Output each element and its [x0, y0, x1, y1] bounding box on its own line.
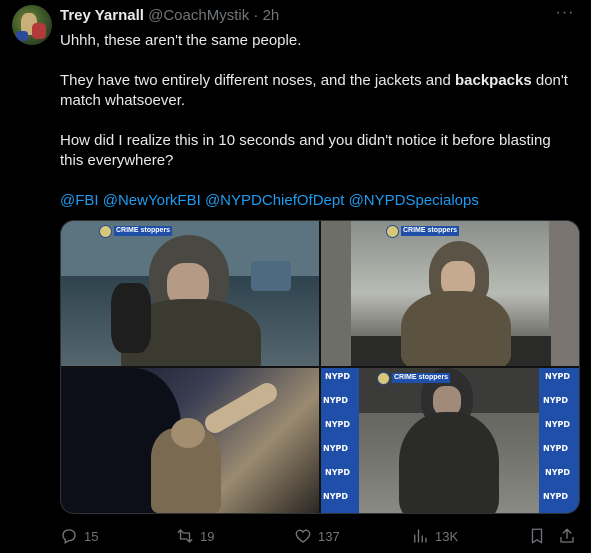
author-handle[interactable]: @CoachMystik	[148, 7, 249, 24]
tweet[interactable]: Trey Yarnall @CoachMystik · 2h ··· Uhhh,…	[0, 0, 591, 553]
crime-stoppers-badge: CRIME stoppers	[386, 224, 460, 238]
nypd-backdrop-right: NYPD NYPD NYPD NYPD NYPD NYPD	[541, 368, 579, 513]
mention-newyorkfbi[interactable]: @NewYorkFBI	[103, 192, 201, 209]
mention-fbi[interactable]: @FBI	[60, 192, 99, 209]
photo-1[interactable]: CRIME stoppers	[61, 221, 319, 366]
share-icon[interactable]	[558, 527, 576, 545]
photo-4-scene: CRIME stoppers	[359, 368, 539, 513]
paragraph-2-start: They have two entirely different noses, …	[60, 72, 451, 89]
bookmark-icon[interactable]	[528, 527, 546, 545]
like-count: 137	[318, 528, 340, 544]
tweet-text: Uhhh, these aren't the same people. They…	[60, 31, 575, 211]
photo-3[interactable]	[61, 368, 319, 513]
avatar[interactable]	[12, 5, 52, 45]
separator-dot: ·	[253, 7, 259, 24]
timestamp[interactable]: 2h	[263, 7, 280, 24]
mentions: @FBI @NewYorkFBI @NYPDChiefOfDept @NYPDS…	[60, 191, 575, 211]
media-grid[interactable]: CRIME stoppers CRIME stoppers NYPD NYPD …	[60, 220, 580, 514]
repost-count: 19	[200, 528, 215, 544]
action-bar: 15 19 137 13K	[0, 522, 591, 550]
author-name[interactable]: Trey Yarnall	[60, 7, 144, 24]
reply-count: 15	[84, 528, 99, 544]
mention-nypdspecialops[interactable]: @NYPDSpecialops	[349, 192, 479, 209]
views-icon	[414, 529, 427, 543]
paragraph-1: Uhhh, these aren't the same people.	[60, 32, 302, 49]
bold-word: backpacks	[454, 72, 532, 89]
photo-4[interactable]: NYPD NYPD NYPD NYPD NYPD NYPD CRIME stop…	[321, 368, 579, 513]
photo-2[interactable]: CRIME stoppers	[321, 221, 579, 366]
avatar-detail	[32, 23, 46, 39]
views-count: 13K	[435, 528, 459, 544]
reply-button[interactable]: 15	[60, 522, 98, 550]
repost-icon	[177, 529, 193, 543]
paragraph-3: How did I realize this in 10 seconds and…	[60, 132, 551, 169]
avatar-detail-2	[16, 31, 28, 41]
mention-nypdchiefofdept[interactable]: @NYPDChiefOfDept	[205, 192, 344, 209]
paragraph-2: They have two entirely different noses, …	[60, 71, 575, 111]
nypd-backdrop-left: NYPD NYPD NYPD NYPD NYPD NYPD	[321, 368, 359, 513]
crime-stoppers-badge: CRIME stoppers	[99, 224, 173, 238]
views-button[interactable]: 13K	[411, 522, 458, 550]
reply-icon	[62, 529, 76, 544]
crime-stoppers-badge: CRIME stoppers	[377, 371, 451, 385]
heart-icon	[295, 529, 311, 543]
like-button[interactable]: 137	[294, 522, 340, 550]
more-options-icon[interactable]: ···	[555, 5, 575, 26]
tweet-header: Trey Yarnall @CoachMystik · 2h	[60, 7, 279, 27]
repost-button[interactable]: 19	[176, 522, 214, 550]
